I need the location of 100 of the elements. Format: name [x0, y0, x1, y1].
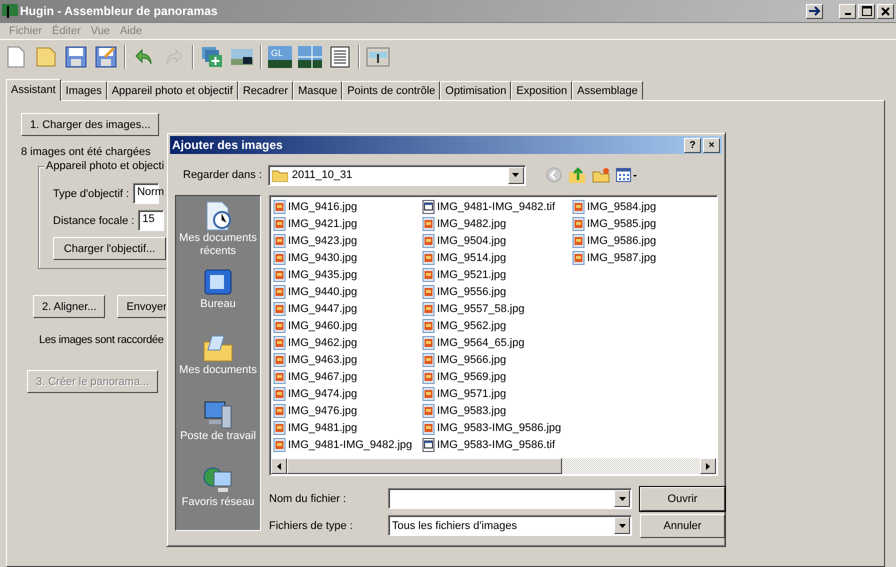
scroll-left-button[interactable] — [271, 458, 287, 474]
arrow-button[interactable] — [806, 4, 823, 18]
place-shortcut[interactable]: Favoris réseau — [176, 464, 260, 526]
cancel-button[interactable]: Annuler — [640, 514, 725, 538]
redo-arrow-icon — [164, 47, 184, 67]
file-item[interactable]: IMG_9467.jpg — [273, 368, 422, 385]
file-item[interactable]: IMG_9430.jpg — [273, 249, 422, 266]
field-label: Fichiers de type : — [269, 520, 354, 532]
file-item[interactable]: IMG_9463.jpg — [273, 351, 422, 368]
file-item[interactable]: IMG_9564_65.jpg — [422, 334, 572, 351]
file-item[interactable]: IMG_9583.jpg — [422, 402, 572, 419]
image-file-icon — [572, 234, 585, 248]
close-button[interactable] — [877, 4, 894, 18]
dialog-title: Ajouter des images — [172, 138, 284, 152]
image-file-icon — [273, 370, 286, 384]
file-item[interactable]: IMG_9447.jpg — [273, 300, 422, 317]
tab[interactable]: Assistant — [6, 79, 61, 101]
image-file-icon — [422, 268, 435, 282]
place-shortcut[interactable]: Bureau — [176, 266, 260, 328]
file-item[interactable]: IMG_9587.jpg — [572, 249, 712, 266]
view-menu-icon[interactable] — [616, 168, 638, 182]
tab[interactable]: Points de contrôle — [342, 81, 440, 100]
field-label: Type d'objectif : — [53, 188, 130, 200]
file-name-field[interactable] — [388, 488, 632, 509]
file-item[interactable]: IMG_9586.jpg — [572, 232, 712, 249]
file-item[interactable]: IMG_9569.jpg — [422, 368, 572, 385]
file-item[interactable]: IMG_9481-IMG_9482.jpg — [273, 436, 422, 453]
status-text: 8 images ont été chargées — [21, 146, 151, 158]
file-item[interactable]: IMG_9556.jpg — [422, 283, 572, 300]
field-label: Nom du fichier : — [269, 492, 348, 504]
folder-icon — [35, 46, 57, 68]
image-file-icon — [273, 234, 286, 248]
load-lens-button[interactable]: Charger l'objectif... — [53, 237, 166, 260]
load-images-button[interactable]: 1. Charger des images... — [21, 113, 160, 136]
tab[interactable]: Optimisation — [440, 81, 512, 100]
close-button[interactable]: × — [703, 138, 720, 152]
place-shortcut[interactable]: Mes documents récents — [176, 200, 260, 262]
open-button[interactable]: Ouvrir — [640, 486, 725, 510]
file-item[interactable]: IMG_9423.jpg — [273, 232, 422, 249]
image-file-icon — [572, 216, 585, 230]
file-item[interactable]: IMG_9583-IMG_9586.tif — [422, 436, 572, 453]
file-item[interactable]: IMG_9481.jpg — [273, 419, 422, 436]
toolbar-button[interactable] — [64, 45, 88, 69]
tab[interactable]: Masque — [293, 81, 342, 100]
place-shortcut[interactable]: Poste de travail — [176, 398, 260, 460]
maximize-button[interactable] — [858, 4, 875, 18]
file-item[interactable]: IMG_9416.jpg — [273, 198, 422, 215]
file-item[interactable]: IMG_9583-IMG_9586.jpg — [422, 419, 572, 436]
file-type-dropdown[interactable]: Tous les fichiers d'images — [388, 515, 632, 536]
scroll-thumb[interactable] — [287, 458, 562, 474]
image-file-icon — [422, 284, 435, 298]
align-button[interactable]: 2. Aligner... — [33, 295, 106, 318]
tab[interactable]: Exposition — [511, 81, 572, 100]
toolbar-button[interactable] — [94, 45, 118, 69]
undo-arrow-icon — [134, 47, 154, 67]
app-icon — [2, 3, 18, 19]
file-item[interactable]: IMG_9421.jpg — [273, 215, 422, 232]
image-file-icon — [422, 234, 435, 248]
tab[interactable]: Appareil photo et objectif — [106, 81, 238, 100]
image-file-icon — [422, 216, 435, 230]
look-in-dropdown[interactable]: 2011_10_31 — [268, 164, 526, 186]
image-file-icon — [273, 216, 286, 230]
file-item[interactable]: IMG_9514.jpg — [422, 249, 572, 266]
window-title: Hugin - Assembleur de panoramas — [20, 4, 219, 18]
group-title: Appareil photo et objecti — [44, 160, 166, 172]
image-file-icon — [422, 404, 435, 418]
place-shortcut[interactable]: Mes documents — [176, 332, 260, 394]
image-file-icon — [273, 420, 286, 434]
file-item[interactable]: IMG_9474.jpg — [273, 385, 422, 402]
tiff-file-icon — [422, 200, 435, 214]
help-button[interactable]: ? — [684, 138, 701, 152]
tab[interactable]: Recadrer — [238, 81, 294, 100]
file-item[interactable]: IMG_9585.jpg — [572, 215, 712, 232]
file-item[interactable]: IMG_9481-IMG_9482.tif — [422, 198, 572, 215]
toolbar-button[interactable] — [366, 45, 390, 69]
maximize-icon — [862, 6, 872, 16]
tab[interactable]: Images — [60, 81, 107, 100]
file-item[interactable]: IMG_9435.jpg — [273, 266, 422, 283]
image-file-icon — [273, 284, 286, 298]
file-item[interactable]: IMG_9476.jpg — [273, 402, 422, 419]
file-item[interactable]: IMG_9521.jpg — [422, 266, 572, 283]
image-file-icon — [422, 318, 435, 332]
file-item[interactable]: IMG_9584.jpg — [572, 198, 712, 215]
file-item[interactable]: IMG_9462.jpg — [273, 334, 422, 351]
file-item[interactable]: IMG_9460.jpg — [273, 317, 422, 334]
file-item[interactable]: IMG_9482.jpg — [422, 215, 572, 232]
dropdown-arrow-icon — [618, 524, 626, 528]
file-item[interactable]: IMG_9566.jpg — [422, 351, 572, 368]
left-arrow-icon — [277, 462, 281, 470]
scroll-right-button[interactable] — [700, 458, 716, 474]
file-item[interactable]: IMG_9440.jpg — [273, 283, 422, 300]
toolbar-button[interactable] — [328, 45, 352, 69]
file-item[interactable]: IMG_9557_58.jpg — [422, 300, 572, 317]
focal-length-field[interactable]: 15 — [138, 210, 164, 231]
image-file-icon — [422, 420, 435, 434]
file-item[interactable]: IMG_9562.jpg — [422, 317, 572, 334]
file-item[interactable]: IMG_9504.jpg — [422, 232, 572, 249]
file-item[interactable]: IMG_9571.jpg — [422, 385, 572, 402]
tab[interactable]: Assemblage — [572, 81, 643, 100]
minimize-button[interactable] — [839, 4, 856, 18]
